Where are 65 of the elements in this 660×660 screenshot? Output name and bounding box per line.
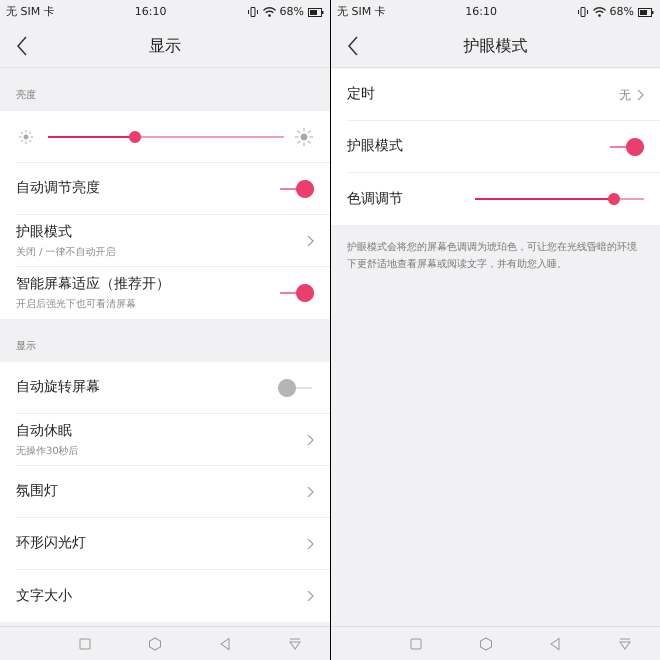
setting-label: 文字大小	[16, 586, 73, 606]
battery-icon	[638, 8, 654, 16]
wifi-icon	[592, 7, 606, 17]
slider-thumb[interactable]	[608, 193, 620, 205]
setting-label: 定时	[347, 85, 376, 104]
settings-row[interactable]: 定时 无	[347, 69, 660, 121]
settings-row[interactable]: 文字大小	[16, 570, 330, 622]
setting-value: 无	[619, 86, 631, 104]
chevron-right-icon	[307, 434, 314, 446]
back-icon	[16, 36, 28, 56]
chevron-right-icon	[307, 234, 314, 246]
setting-label: 护眼模式	[16, 222, 73, 242]
notification-pull-button[interactable]	[618, 636, 632, 650]
clock-text: 16:10	[465, 4, 497, 20]
description-text: 护眼模式会将您的屏幕色调调为琥珀色，可让您在光线昏暗的环境下更舒适地查看屏幕或阅读文字，并有助您入睡。	[346, 240, 638, 272]
hexagon-icon	[478, 636, 493, 650]
chevron-right-icon	[307, 590, 314, 602]
home-button[interactable]	[478, 636, 493, 650]
pull-down-icon	[288, 636, 302, 650]
toggle-switch[interactable]	[278, 376, 314, 398]
pull-down-icon	[618, 636, 632, 650]
screen-title: 护眼模式	[464, 34, 528, 56]
chevron-right-icon	[307, 538, 314, 550]
bright-sun-icon	[294, 126, 314, 146]
back-nav-button[interactable]	[218, 636, 232, 650]
triangle-icon	[218, 636, 232, 650]
battery-icon	[308, 8, 324, 16]
wifi-icon	[262, 7, 276, 17]
back-nav-button[interactable]	[548, 636, 562, 650]
hexagon-icon	[148, 636, 162, 650]
carrier-text: 无 SIM 卡	[6, 4, 55, 20]
setting-label: 自动旋转屏幕	[16, 378, 101, 397]
notification-pull-button[interactable]	[288, 636, 302, 650]
square-icon	[78, 636, 92, 650]
chevron-right-icon	[307, 486, 314, 498]
square-icon	[408, 636, 423, 650]
battery-text: 68%	[280, 4, 304, 20]
section-label: 亮度	[15, 88, 37, 103]
setting-label: 氛围灯	[16, 482, 59, 501]
slider-thumb[interactable]	[129, 130, 142, 142]
setting-label: 护眼模式	[347, 137, 404, 156]
recents-button[interactable]	[78, 636, 92, 650]
battery-text: 68%	[610, 4, 634, 20]
setting-subtitle: 关闭 / 一律不自动开启	[16, 246, 117, 260]
setting-label: 色调调节	[347, 190, 403, 208]
recents-button[interactable]	[408, 636, 423, 650]
clock-text: 16:10	[134, 4, 166, 20]
vibrate-icon	[246, 7, 259, 17]
triangle-icon	[548, 636, 562, 650]
chevron-right-icon	[637, 88, 644, 100]
setting-label: 自动休眠	[16, 422, 73, 440]
section-label: 显示	[15, 340, 37, 354]
setting-subtitle: 无操作30秒后	[16, 444, 80, 458]
toggle-switch[interactable]	[278, 282, 314, 304]
home-button[interactable]	[148, 636, 162, 650]
toggle-switch[interactable]	[608, 136, 644, 158]
setting-label: 环形闪光灯	[16, 534, 87, 553]
setting-label: 智能屏幕适应（推荐开）	[16, 275, 171, 294]
back-icon	[347, 36, 359, 56]
vibrate-icon	[576, 7, 589, 17]
toggle-switch[interactable]	[278, 178, 314, 200]
screen-title: 显示	[149, 34, 181, 56]
setting-label: 自动调节亮度	[16, 179, 101, 198]
setting-subtitle: 开启后强光下也可看清屏幕	[16, 298, 137, 312]
carrier-text: 无 SIM 卡	[337, 4, 386, 20]
